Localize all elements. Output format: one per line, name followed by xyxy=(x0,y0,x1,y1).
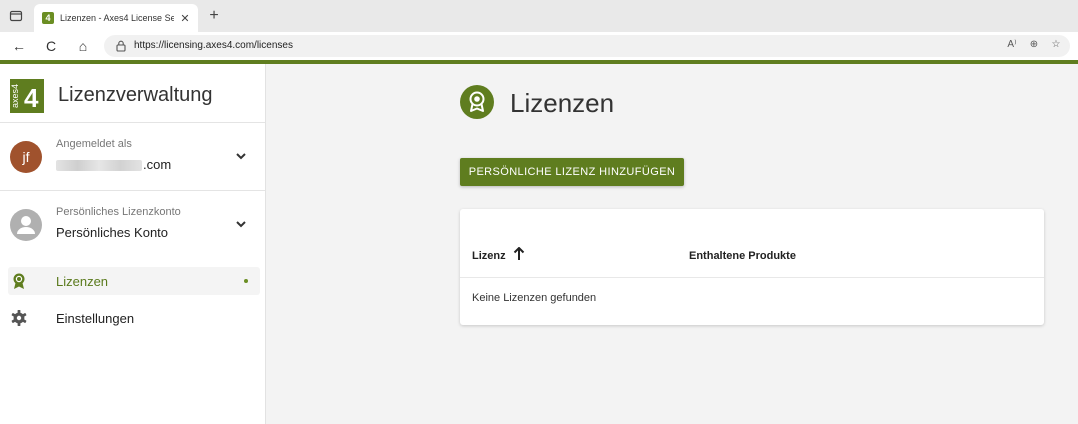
chevron-down-icon[interactable] xyxy=(235,218,247,230)
user-caption: Angemeldet als xyxy=(56,138,132,150)
person-icon xyxy=(17,216,35,234)
sidebar-item-einstellungen[interactable]: Einstellungen xyxy=(8,304,260,332)
page-award-icon xyxy=(460,85,494,119)
user-menu[interactable]: jf Angemeldet als .com xyxy=(0,124,265,190)
back-button[interactable]: ← xyxy=(10,37,28,55)
empty-state-message: Keine Lizenzen gefunden xyxy=(472,292,597,304)
sidebar: axes4 4 Lizenzverwaltung jf Angemeldet a… xyxy=(0,64,266,424)
arrow-up-icon[interactable] xyxy=(513,247,525,261)
divider xyxy=(0,190,265,191)
tab-actions-icon[interactable] xyxy=(8,8,24,24)
column-header-enthaltene-produkte: Enthaltene Produkte xyxy=(689,250,796,262)
lock-icon[interactable] xyxy=(114,39,128,53)
browser-toolbar: ← C ⌂ https://licensing.axes4.com/licens… xyxy=(0,32,1078,60)
add-personal-license-button[interactable]: PERSÖNLICHE LIZENZ HINZUFÜGEN xyxy=(460,158,684,186)
account-caption: Persönliches Lizenzkonto xyxy=(56,206,181,218)
svg-text:4: 4 xyxy=(24,83,39,113)
app-title: Lizenzverwaltung xyxy=(58,84,213,106)
zoom-icon[interactable]: ⊕ xyxy=(1026,39,1042,50)
gear-icon xyxy=(11,310,27,326)
sidebar-item-label: Einstellungen xyxy=(56,311,135,326)
table-divider xyxy=(460,277,1044,278)
chevron-down-icon[interactable] xyxy=(235,150,247,162)
home-button[interactable]: ⌂ xyxy=(74,37,92,55)
user-email: .com xyxy=(56,157,171,172)
account-value: Persönliches Konto xyxy=(56,225,169,240)
sidebar-item-label: Lizenzen xyxy=(56,274,109,289)
license-table: Lizenz Enthaltene Produkte Keine Lizenze… xyxy=(460,209,1044,325)
account-menu[interactable]: Persönliches Lizenzkonto Persönliches Ko… xyxy=(0,192,265,258)
url-text[interactable]: https://licensing.axes4.com/licenses xyxy=(134,40,293,51)
new-tab-button[interactable]: + xyxy=(204,6,224,26)
favorites-icon[interactable]: ☆ xyxy=(1048,39,1064,50)
address-bar[interactable]: https://licensing.axes4.com/licenses A⁾ … xyxy=(104,35,1070,57)
reload-button[interactable]: C xyxy=(42,37,60,55)
axes4-logo: axes4 4 xyxy=(10,79,44,113)
user-avatar: jf xyxy=(10,141,42,173)
column-header-lizenz[interactable]: Lizenz xyxy=(472,250,506,262)
logo-text: axes4 xyxy=(10,84,20,108)
read-aloud-icon[interactable]: A⁾ xyxy=(1004,39,1020,50)
active-indicator xyxy=(244,279,248,283)
sidebar-item-lizenzen[interactable]: Lizenzen xyxy=(8,267,260,295)
award-icon xyxy=(13,273,25,289)
divider xyxy=(0,122,265,123)
browser-tab-strip: 4 Lizenzen - Axes4 License Server ✕ + xyxy=(0,0,1078,32)
blurred-email xyxy=(56,160,142,172)
account-avatar xyxy=(10,209,42,241)
close-tab-icon[interactable]: ✕ xyxy=(178,12,192,25)
page-title: Lizenzen xyxy=(510,88,615,118)
browser-tab[interactable]: 4 Lizenzen - Axes4 License Server ✕ xyxy=(34,4,198,32)
tab-title: Lizenzen - Axes4 License Server xyxy=(60,13,174,23)
favicon-icon: 4 xyxy=(42,12,54,24)
